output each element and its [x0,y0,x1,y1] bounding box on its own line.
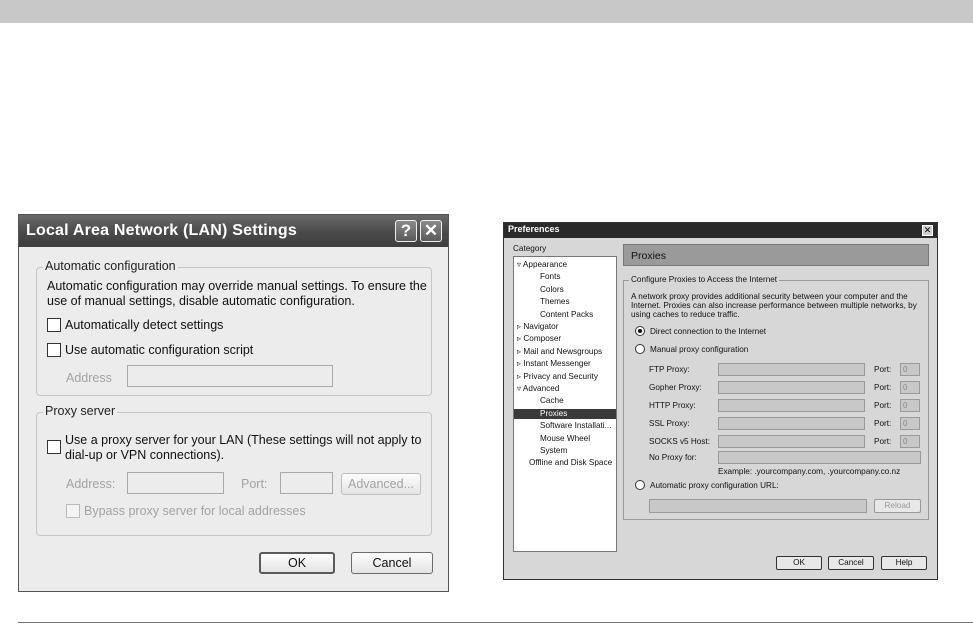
auto-proxy-url-radio[interactable] [635,480,645,490]
proxy-port-input[interactable]: 0 [900,363,920,376]
proxy-host-label: Gopher Proxy: [649,383,702,392]
category-tree-item[interactable]: Content Packs [540,310,593,320]
prefs-help-button[interactable]: Help [881,556,927,570]
preferences-title-bar[interactable]: Preferences ✕ [504,223,937,238]
auto-config-script-checkbox[interactable] [47,343,61,357]
proxy-port-input[interactable]: 0 [900,381,920,394]
close-icon[interactable]: ✕ [420,220,442,242]
manual-proxy-label[interactable]: Manual proxy configuration [650,345,748,355]
proxy-description-line3: using caches to reduce traffic. [631,310,740,319]
close-icon[interactable]: ✕ [922,225,933,236]
help-icon[interactable]: ? [395,220,417,242]
script-address-input[interactable] [127,365,333,387]
proxy-host-label: SOCKS v5 Host: [649,437,710,446]
category-tree-item[interactable]: ▹ Navigator [517,322,558,332]
category-tree-item[interactable]: Cache [540,396,564,406]
no-proxy-example: Example: .yourcompany.com, .yourcompany.… [718,467,901,476]
category-tree-item[interactable]: ▹ Composer [517,334,561,344]
category-tree-item[interactable]: ▹ Instant Messenger [517,359,591,369]
category-tree-item[interactable]: ▹ Privacy and Security [517,372,598,382]
direct-connection-label[interactable]: Direct connection to the Internet [650,327,766,337]
auto-detect-label[interactable]: Automatically detect settings [65,318,223,333]
lan-title-bar[interactable]: Local Area Network (LAN) Settings ? ✕ [19,215,448,247]
auto-detect-checkbox[interactable] [47,318,61,332]
auto-config-description-line1: Automatic configuration may override man… [47,279,427,293]
reload-button[interactable]: Reload [874,499,921,513]
prefs-cancel-button[interactable]: Cancel [828,556,874,570]
category-tree-item[interactable]: Offline and Disk Space [529,458,612,468]
proxy-port-label: Port: [874,419,892,428]
use-proxy-label-line1[interactable]: Use a proxy server for your LAN (These s… [65,433,421,448]
proxy-host-label: HTTP Proxy: [649,401,696,410]
proxy-port-label: Port: [874,365,892,374]
proxy-address-label: Address: [66,477,116,491]
direct-connection-radio[interactable] [635,326,645,336]
use-proxy-label-line2[interactable]: dial-up or VPN connections). [65,448,224,463]
automatic-configuration-legend: Automatic configuration [43,259,178,273]
proxy-host-input[interactable] [718,399,865,412]
bypass-local-checkbox[interactable] [66,504,80,518]
proxy-port-label: Port: [241,477,268,491]
category-label: Category [513,244,547,253]
preferences-title: Preferences [508,224,560,234]
preferences-dialog: Preferences ✕ Category ▿ Appearance Fonts… [503,222,938,580]
auto-proxy-url-label[interactable]: Automatic proxy configuration URL: [650,481,779,491]
category-tree-item[interactable]: ▿ Appearance [517,260,567,270]
category-tree-item[interactable]: ▹ Mail and Newsgroups [517,347,602,357]
advanced-button[interactable]: Advanced... [341,473,421,495]
prefs-ok-button[interactable]: OK [776,556,822,570]
proxy-host-label: FTP Proxy: [649,365,690,374]
proxy-port-label: Port: [874,401,892,410]
category-tree-item[interactable]: System [540,446,567,456]
proxy-server-legend: Proxy server [43,404,118,418]
no-proxy-input[interactable] [718,451,921,464]
proxy-port-input[interactable]: 0 [900,417,920,430]
proxy-port-label: Port: [874,383,892,392]
proxy-host-label: SSL Proxy: [649,419,690,428]
page-header-bar [0,0,973,23]
proxies-pane-header: Proxies [623,244,929,266]
proxy-port-input[interactable] [280,472,333,494]
proxy-host-input[interactable] [718,417,865,430]
category-tree-item[interactable]: Mouse Wheel [540,434,590,444]
auto-config-script-label[interactable]: Use automatic configuration script [65,343,253,358]
proxy-port-input[interactable]: 0 [900,399,920,412]
lan-ok-button[interactable]: OK [259,552,335,574]
category-tree-item[interactable]: Themes [540,297,570,307]
category-tree-item[interactable]: ▿ Advanced [517,384,559,394]
auto-proxy-url-input[interactable] [649,499,867,513]
category-tree-item[interactable]: Fonts [540,272,560,282]
script-address-label: Address [66,371,112,385]
proxy-address-input[interactable] [127,472,224,494]
proxy-host-input[interactable] [718,363,865,376]
proxy-host-input[interactable] [718,381,865,394]
proxy-port-input[interactable]: 0 [900,435,920,448]
configure-proxies-legend: Configure Proxies to Access the Internet [629,275,780,285]
category-tree[interactable]: ▿ Appearance Fonts Colors Themes Content Pac… [513,256,617,552]
lan-cancel-button[interactable]: Cancel [351,552,433,574]
bypass-local-label[interactable]: Bypass proxy server for local addresses [84,504,306,519]
category-tree-item[interactable]: Software Installati... [540,421,611,431]
manual-proxy-radio[interactable] [635,344,645,354]
pane-title: Proxies [631,250,667,262]
lan-settings-dialog: Local Area Network (LAN) Settings ? ✕ Au… [18,214,449,592]
proxy-port-label: Port: [874,437,892,446]
use-proxy-checkbox[interactable] [47,440,61,454]
auto-config-description-line2: use of manual settings, disable automati… [47,294,355,308]
category-tree-item[interactable]: Colors [540,285,564,295]
lan-dialog-title: Local Area Network (LAN) Settings [26,222,297,239]
no-proxy-label: No Proxy for: [649,453,697,462]
category-tree-item[interactable]: Proxies [514,408,616,419]
page-footer-rule [18,622,973,623]
proxy-host-input[interactable] [718,435,865,448]
